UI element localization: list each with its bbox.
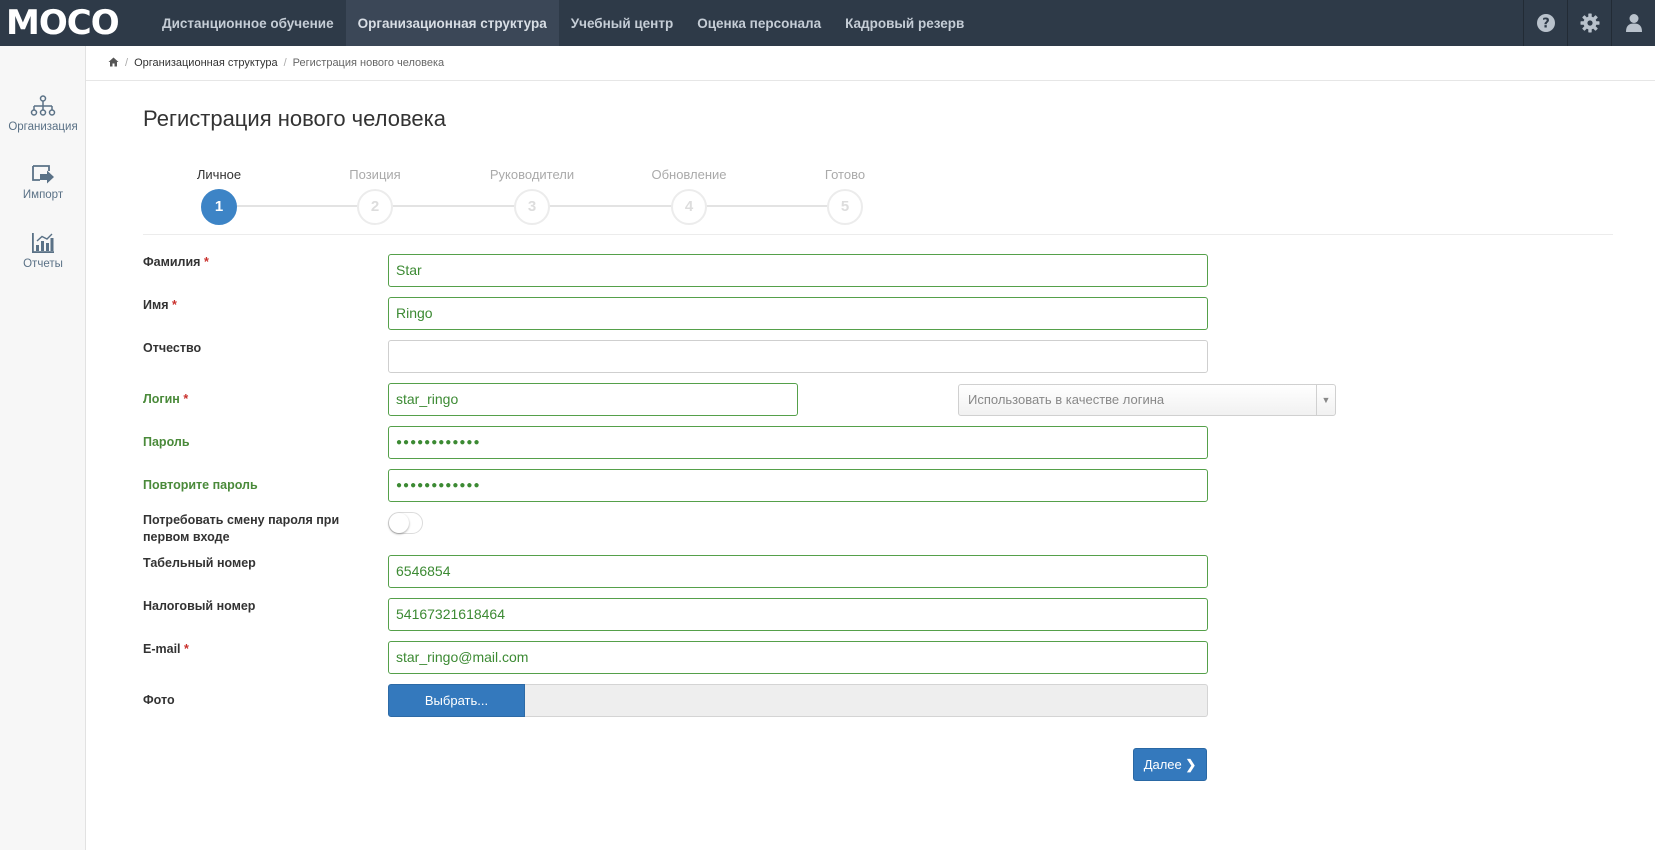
sidebar-item-organization[interactable]: Организация	[0, 95, 86, 133]
login-source-select[interactable]: Использовать в качестве логина ▼	[958, 384, 1336, 416]
sidebar-item-import[interactable]: Импорт	[0, 163, 86, 201]
org-structure-icon	[30, 95, 56, 116]
first-name-input[interactable]: Ringo	[388, 297, 1208, 330]
import-icon	[32, 165, 54, 184]
required-marker: *	[203, 255, 209, 269]
step-number: 2	[357, 189, 393, 225]
gear-icon[interactable]	[1567, 0, 1611, 46]
step-number: 4	[671, 189, 707, 225]
help-icon[interactable]: ?	[1523, 0, 1567, 46]
moco-logo[interactable]: MOCO	[0, 0, 150, 46]
step-personal[interactable]: Личное 1	[159, 165, 279, 225]
top-navbar: MOCO Дистанционное обучение Организацион…	[0, 0, 1655, 46]
step-position[interactable]: Позиция 2	[315, 165, 435, 225]
require-change-toggle[interactable]	[388, 512, 423, 534]
home-icon[interactable]	[108, 57, 119, 70]
step-label: Обновление	[651, 167, 727, 182]
next-label: Далее	[1143, 757, 1182, 772]
step-label: Позиция	[349, 167, 401, 182]
email-label: E-mail *	[143, 642, 189, 656]
last-name-input[interactable]: Star	[388, 254, 1208, 287]
breadcrumb-separator: /	[125, 57, 129, 69]
registration-stepper: Личное 1 Позиция 2 Руководители 3 Обновл…	[143, 165, 1613, 235]
photo-file-name	[525, 684, 1208, 717]
required-marker: *	[183, 392, 189, 406]
page-title: Регистрация нового человека	[143, 106, 446, 131]
step-label: Руководители	[489, 167, 575, 182]
left-sidebar: Организация Импорт Отчеты	[0, 46, 86, 850]
nav-item-org-structure[interactable]: Организационная структура	[345, 0, 559, 46]
step-done[interactable]: Готово 5	[785, 165, 905, 225]
first-name-label: Имя *	[143, 298, 177, 312]
personnel-number-input[interactable]: 6546854	[388, 555, 1208, 588]
password-repeat-label: Повторите пароль	[143, 478, 258, 492]
step-number: 1	[201, 189, 237, 225]
chevron-right-icon: ❯	[1185, 757, 1197, 772]
svg-text:?: ?	[1542, 17, 1550, 32]
personnel-number-label: Табельный номер	[143, 556, 256, 570]
required-marker: *	[184, 642, 189, 656]
require-change-label: Потребовать смену пароля при первом вход…	[143, 513, 340, 544]
email-input[interactable]: star_ringo@mail.com	[388, 641, 1208, 674]
nav-item-assessment[interactable]: Оценка персонала	[685, 0, 833, 46]
step-label: Личное	[196, 167, 242, 182]
nav-item-talent-pool[interactable]: Кадровый резерв	[833, 0, 976, 46]
password-label: Пароль	[143, 435, 190, 449]
sidebar-item-label: Организация	[8, 121, 78, 133]
last-name-label: Фамилия *	[143, 255, 209, 269]
tax-number-input[interactable]: 54167321618464	[388, 598, 1208, 631]
choose-photo-button[interactable]: Выбрать...	[388, 684, 525, 717]
breadcrumb-separator: /	[283, 57, 287, 69]
sidebar-item-label: Отчеты	[23, 258, 63, 270]
breadcrumb-current: Регистрация нового человека	[292, 57, 445, 69]
next-button[interactable]: Далее ❯	[1133, 748, 1207, 781]
step-label: Готово	[824, 167, 866, 182]
tax-number-label: Налоговый номер	[143, 599, 256, 613]
required-marker: *	[172, 298, 177, 312]
step-number: 3	[514, 189, 550, 225]
step-update[interactable]: Обновление 4	[629, 165, 749, 225]
select-placeholder: Использовать в качестве логина	[968, 392, 1165, 407]
sidebar-item-label: Импорт	[22, 189, 64, 201]
password-repeat-input[interactable]: ●●●●●●●●●●●●	[388, 469, 1208, 502]
step-managers[interactable]: Руководители 3	[472, 165, 592, 225]
chevron-down-icon: ▼	[1316, 385, 1335, 415]
login-input[interactable]: star_ringo	[388, 383, 798, 416]
main-nav: Дистанционное обучение Организационная с…	[150, 0, 976, 46]
nav-item-training-center[interactable]: Учебный центр	[559, 0, 685, 46]
breadcrumb-org-structure[interactable]: Организационная структура	[134, 57, 278, 69]
step-number: 5	[827, 189, 863, 225]
nav-item-distance-learning[interactable]: Дистанционное обучение	[150, 0, 346, 46]
reports-chart-icon	[32, 233, 54, 253]
toggle-knob	[389, 513, 409, 533]
password-input[interactable]: ●●●●●●●●●●●●	[388, 426, 1208, 459]
top-icons: ?	[1523, 0, 1655, 46]
middle-name-input[interactable]	[388, 340, 1208, 373]
user-icon[interactable]	[1611, 0, 1655, 46]
photo-label: Фото	[143, 693, 175, 707]
middle-name-label: Отчество	[143, 341, 202, 355]
login-label: Логин *	[143, 392, 189, 406]
breadcrumb: / Организационная структура / Регистраци…	[86, 46, 1655, 81]
sidebar-item-reports[interactable]: Отчеты	[0, 232, 86, 270]
